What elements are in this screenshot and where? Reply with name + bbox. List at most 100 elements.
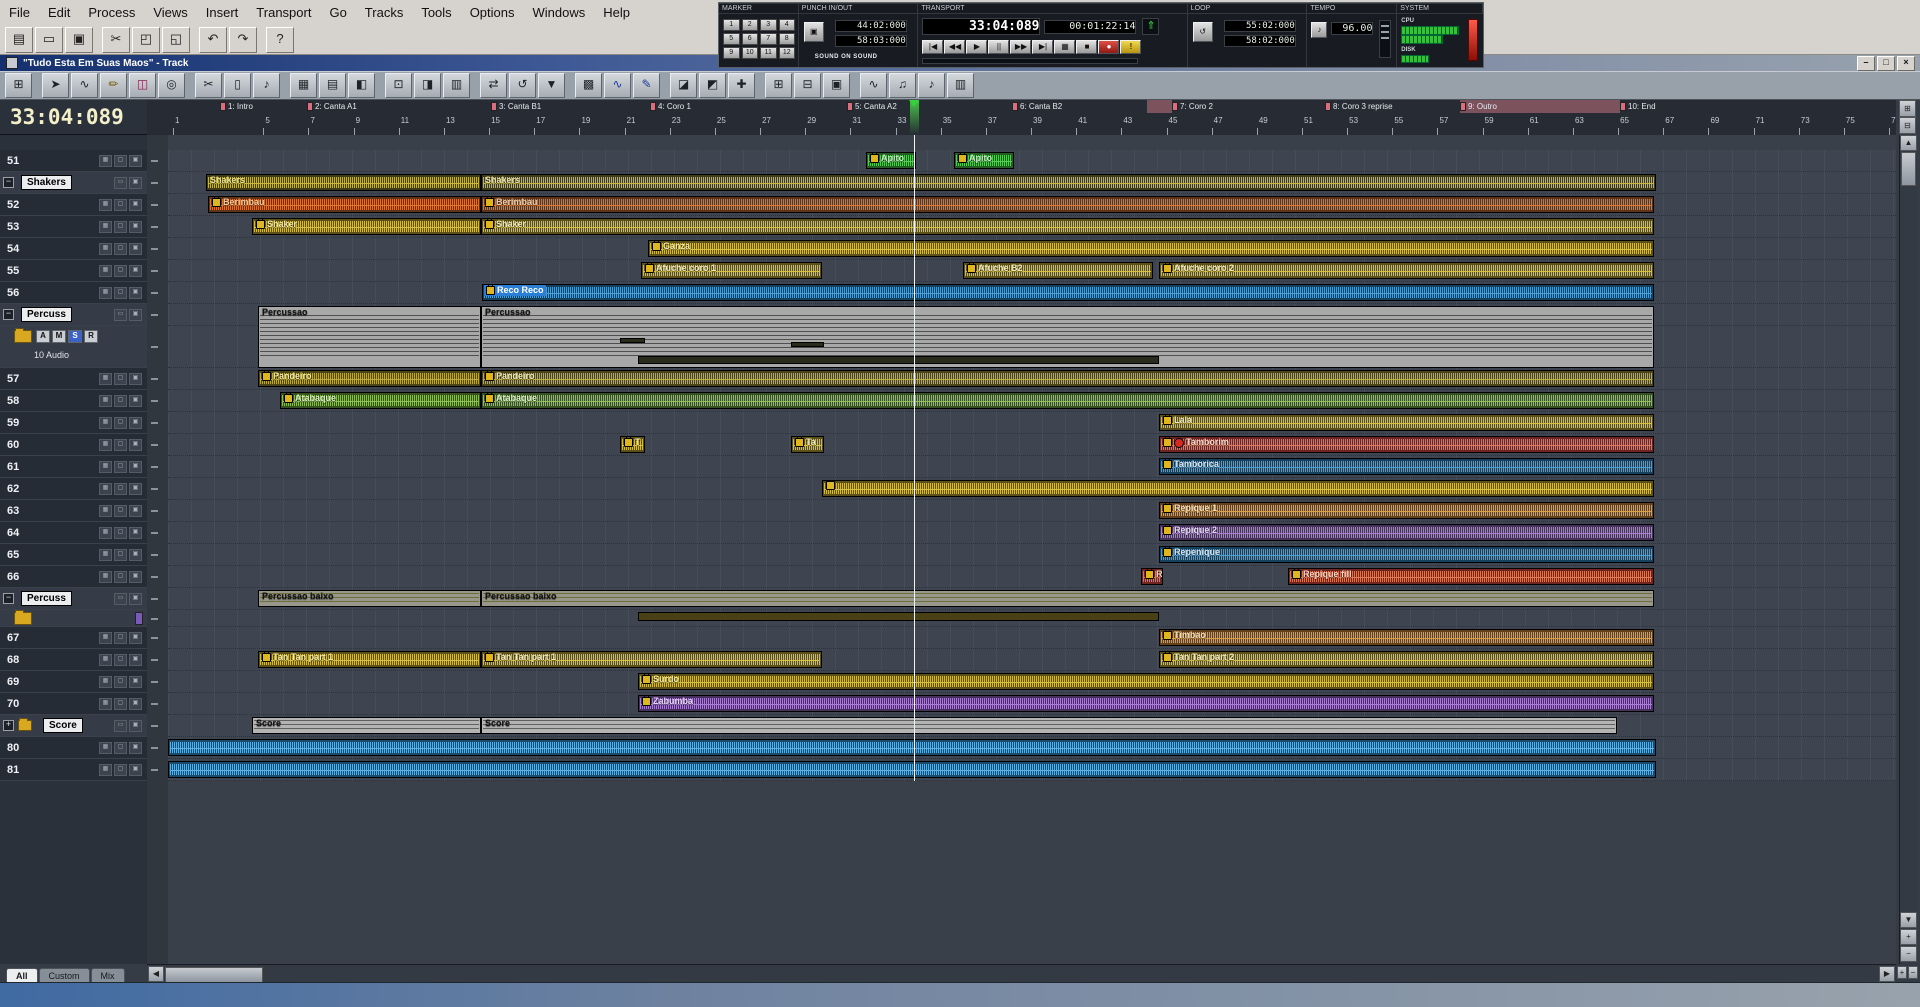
mixer-icon[interactable]: ▩ bbox=[575, 73, 602, 98]
clip-lala[interactable]: Lala bbox=[1159, 414, 1654, 431]
track-header-69[interactable]: 69 ▦ ▢ ▣ bbox=[0, 671, 147, 693]
maximize-track-icon[interactable]: ▣ bbox=[129, 308, 142, 321]
grid-view-button[interactable]: ▦ bbox=[1054, 40, 1076, 54]
maximize-button[interactable]: □ bbox=[1877, 56, 1895, 71]
track-header-52[interactable]: 52 ▦ ▢ ▣ bbox=[0, 194, 147, 216]
freeze-icon[interactable]: ▦ bbox=[99, 570, 112, 583]
stop-button[interactable]: ■ bbox=[1076, 40, 1098, 54]
clip-shaker[interactable]: Shaker bbox=[481, 218, 1654, 235]
tempo-click-button[interactable]: ♪ bbox=[1311, 22, 1328, 38]
clip-berimbau[interactable]: Berimbau bbox=[208, 196, 481, 213]
transport-scrub-slider[interactable] bbox=[922, 58, 1139, 64]
track-header-62[interactable]: 62 ▦ ▢ ▣ bbox=[0, 478, 147, 500]
clip-percussao-baixo[interactable]: Percussao baixo bbox=[481, 590, 1654, 607]
freeze-icon[interactable]: ▦ bbox=[99, 482, 112, 495]
folder-collapse-icon[interactable]: − bbox=[3, 177, 14, 188]
object-edit-1-icon[interactable]: ⊡ bbox=[385, 73, 412, 98]
help-button[interactable]: ? bbox=[266, 26, 294, 53]
clip-score[interactable]: Score bbox=[252, 717, 481, 734]
minimize-track-icon[interactable]: ▭ bbox=[114, 308, 127, 321]
zoom-tool-icon[interactable]: ◎ bbox=[158, 73, 185, 98]
quantize-icon[interactable]: ▤ bbox=[319, 73, 346, 98]
scroll-up-icon[interactable]: ▲ bbox=[1900, 135, 1917, 151]
clip-score[interactable]: Score bbox=[481, 717, 1617, 734]
track-header-57[interactable]: 57 ▦ ▢ ▣ bbox=[0, 368, 147, 390]
ruler-marker-9-outro[interactable]: 9: Outro bbox=[1460, 102, 1497, 111]
monitor-icon[interactable]: ▣ bbox=[129, 504, 142, 517]
punch-out-time[interactable]: 58:03:000 bbox=[834, 35, 907, 47]
track-header-shakers[interactable]: − Shakers ▭ ▣ bbox=[0, 172, 147, 194]
ruler-marker-1-intro[interactable]: 1: Intro bbox=[220, 102, 253, 111]
timeline-ruler[interactable]: 1: Intro 2: Canta A1 3: Canta B1 4: Coro 1 5… bbox=[147, 100, 1896, 136]
loop-end-time[interactable]: 58:02:000 bbox=[1223, 35, 1296, 47]
horizontal-zoom-out-icon[interactable]: − bbox=[1908, 966, 1918, 979]
menu-item-file[interactable]: File bbox=[0, 2, 39, 23]
loop-start-time[interactable]: 55:02:000 bbox=[1223, 20, 1296, 32]
freeze-icon[interactable]: ▦ bbox=[99, 416, 112, 429]
fx-icon[interactable]: ▢ bbox=[114, 198, 127, 211]
fx-icon[interactable]: ▢ bbox=[114, 570, 127, 583]
rewind-button[interactable]: ◀◀ bbox=[944, 40, 966, 54]
ruler-marker-10-end[interactable]: 10: End bbox=[1620, 102, 1656, 111]
monitor-icon[interactable]: ▣ bbox=[129, 416, 142, 429]
menu-item-windows[interactable]: Windows bbox=[524, 2, 595, 23]
marker-button-9[interactable]: 9 bbox=[723, 47, 740, 59]
fx-icon[interactable]: ▢ bbox=[114, 697, 127, 710]
menu-item-insert[interactable]: Insert bbox=[197, 2, 248, 23]
clip-repique-1[interactable]: Repique 1 bbox=[1159, 502, 1654, 519]
tab-mix[interactable]: Mix bbox=[90, 968, 125, 982]
r-button[interactable]: R bbox=[84, 329, 98, 343]
punch-record-button[interactable]: ▣ bbox=[803, 22, 824, 42]
copy-button[interactable]: ◰ bbox=[132, 26, 160, 53]
clip-tan-tan-part-1[interactable]: Tan Tan part 1 bbox=[258, 651, 481, 668]
cut-object-icon[interactable]: ✂ bbox=[195, 73, 222, 98]
clip-t[interactable]: T bbox=[620, 436, 645, 453]
s-button[interactable]: S bbox=[68, 329, 82, 343]
clip-afuche-b2[interactable]: Afuche B2 bbox=[963, 262, 1153, 279]
track-header-59[interactable]: 59 ▦ ▢ ▣ bbox=[0, 412, 147, 434]
record-button[interactable]: ● bbox=[1098, 40, 1120, 54]
clip-afuche-coro-2[interactable]: Afuche coro 2 bbox=[1159, 262, 1654, 279]
clip-repique-fill[interactable]: Repique fill bbox=[1288, 568, 1654, 585]
track-header-percuss[interactable]: − Percuss ▭ ▣ bbox=[0, 304, 147, 326]
eraser-icon[interactable]: ◫ bbox=[129, 73, 156, 98]
group-icon[interactable]: ⊞ bbox=[765, 73, 792, 98]
monitor-icon[interactable]: ▣ bbox=[129, 570, 142, 583]
monitor-icon[interactable]: ▣ bbox=[129, 394, 142, 407]
panic-button[interactable]: ! bbox=[1120, 40, 1142, 54]
go-start-button[interactable]: |◀ bbox=[922, 40, 944, 54]
monitor-icon[interactable]: ▣ bbox=[129, 372, 142, 385]
marker-button-10[interactable]: 10 bbox=[741, 47, 758, 59]
fx-icon[interactable]: ▢ bbox=[114, 242, 127, 255]
ungroup-icon[interactable]: ⊟ bbox=[794, 73, 821, 98]
menu-item-process[interactable]: Process bbox=[79, 2, 144, 23]
pause-button[interactable]: || bbox=[988, 40, 1010, 54]
fx-icon[interactable]: ▢ bbox=[114, 416, 127, 429]
menu-item-edit[interactable]: Edit bbox=[39, 2, 79, 23]
horizontal-scrollbar[interactable]: ◀ ▶ bbox=[147, 964, 1896, 983]
ruler-marker-6-canta-b2[interactable]: 6: Canta B2 bbox=[1012, 102, 1062, 111]
track-header-51[interactable]: 51 ▦ ▢ ▣ bbox=[0, 150, 147, 172]
playhead-marker-icon[interactable] bbox=[909, 100, 919, 107]
clip-pandeiro[interactable]: Pandeiro bbox=[258, 370, 481, 387]
freeze-icon[interactable]: ▦ bbox=[99, 631, 112, 644]
track-header-80[interactable]: 80 ▦ ▢ ▣ bbox=[0, 737, 147, 759]
vertical-zoom-out-icon[interactable]: − bbox=[1900, 946, 1917, 962]
freeze-icon[interactable]: ▦ bbox=[99, 697, 112, 710]
tempo-value-display[interactable]: 96.00 bbox=[1331, 22, 1374, 35]
clip-reco-reco[interactable]: Reco Reco bbox=[482, 284, 1654, 301]
fx-icon[interactable]: ▢ bbox=[114, 653, 127, 666]
zoom-preset-2-icon[interactable]: ⊟ bbox=[1899, 117, 1916, 134]
range-mode-icon[interactable]: ⇄ bbox=[480, 73, 507, 98]
freeze-icon[interactable]: ▦ bbox=[99, 675, 112, 688]
a-button[interactable]: A bbox=[36, 329, 50, 343]
monitor-icon[interactable]: ▣ bbox=[129, 697, 142, 710]
marker-button-8[interactable]: 8 bbox=[778, 33, 795, 45]
freeze-icon[interactable]: ▦ bbox=[99, 242, 112, 255]
minimize-button[interactable]: – bbox=[1857, 56, 1875, 71]
track-header-67[interactable]: 67 ▦ ▢ ▣ bbox=[0, 627, 147, 649]
curve-mode-icon[interactable]: ∿ bbox=[71, 73, 98, 98]
clip-berimbau[interactable]: Berimbau bbox=[481, 196, 1654, 213]
freeze-icon[interactable]: ▦ bbox=[99, 526, 112, 539]
clip-tamborim[interactable]: Tamborim bbox=[1159, 436, 1654, 453]
